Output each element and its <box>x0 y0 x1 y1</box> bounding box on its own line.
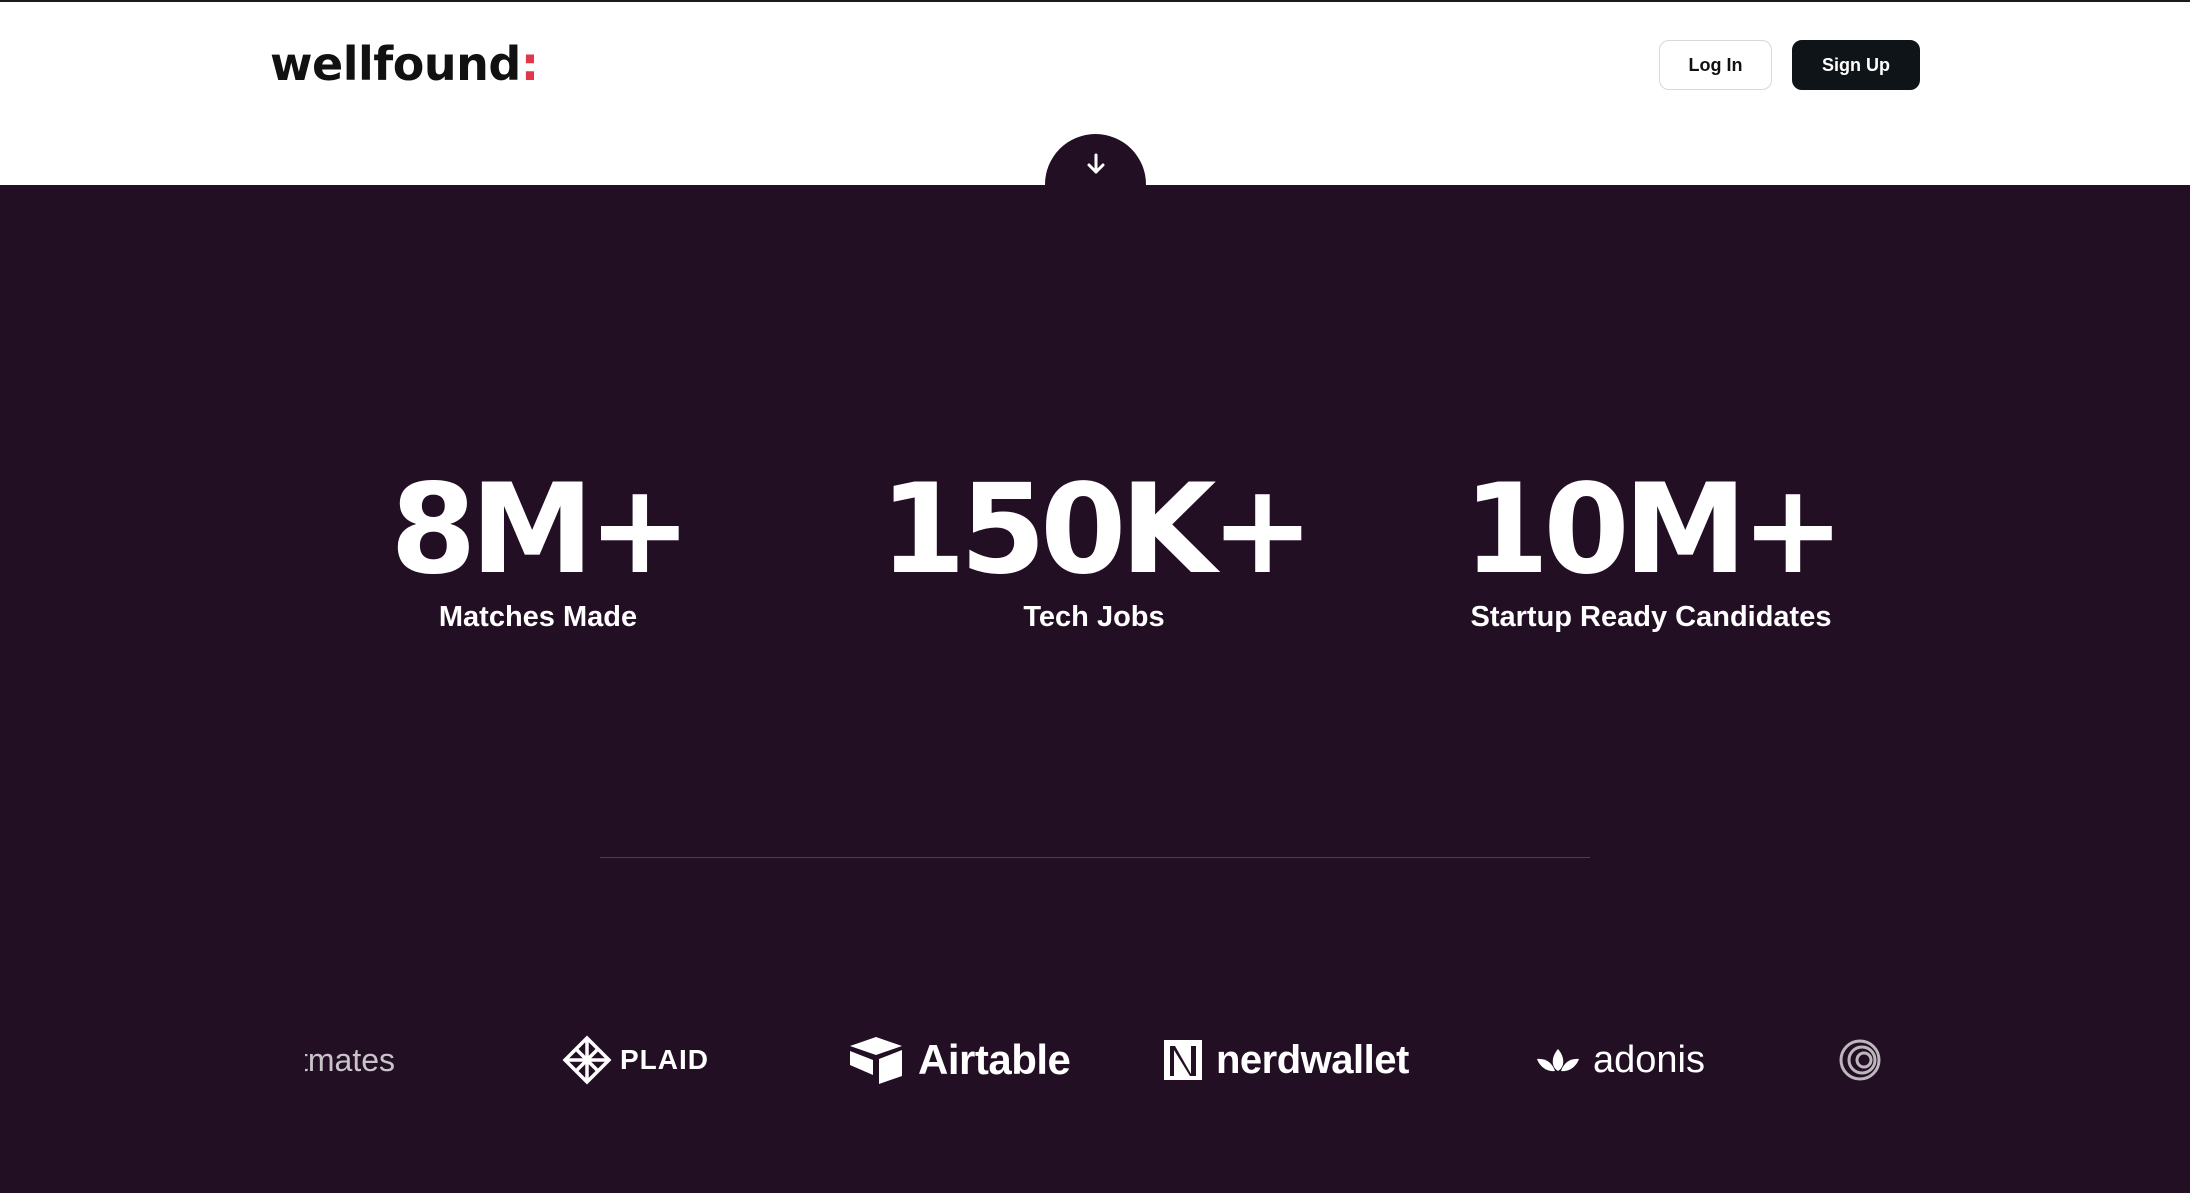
nerdwallet-logo-icon <box>1164 1040 1202 1080</box>
wellfound-logo[interactable]: wellfound: <box>270 32 539 96</box>
section-divider <box>600 857 1590 858</box>
company-logo-partial <box>1838 1025 1882 1095</box>
stat-value: 10M+ <box>1463 458 1845 602</box>
stat-label: Matches Made <box>438 601 638 633</box>
arrow-down-icon <box>1087 153 1104 174</box>
plaid-logo-icon <box>562 1035 612 1085</box>
company-logo-adonis: adonis <box>1535 1025 1705 1095</box>
company-name: stmates <box>305 1041 396 1078</box>
company-name: adonis <box>1593 1038 1705 1081</box>
stat-candidates: 10M+ Startup Ready Candidates <box>1391 455 1911 637</box>
company-logo-nerdwallet: nerdwallet <box>1162 1025 1409 1095</box>
logo-text: wellfound <box>270 37 521 91</box>
adonis-logo-icon <box>1537 1049 1579 1072</box>
logo-colon: : <box>520 37 539 91</box>
stat-value: 150K+ <box>879 458 1315 602</box>
signup-button[interactable]: Sign Up <box>1792 40 1920 90</box>
company-logo-postmates: stmates <box>305 1025 415 1095</box>
login-button[interactable]: Log In <box>1659 40 1772 90</box>
company-name: PLAID <box>620 1044 709 1075</box>
company-name: nerdwallet <box>1216 1037 1409 1082</box>
stat-value: 8M+ <box>390 458 692 602</box>
airtable-logo-icon <box>850 1037 902 1084</box>
stats-section: 8M+ Matches Made 150K+ Tech Jobs 10M+ St… <box>0 185 2190 1193</box>
company-logo-strip: stmates PLAID Airtable <box>0 1025 2190 1095</box>
stat-matches: 8M+ Matches Made <box>278 455 798 637</box>
company-logo-plaid: PLAID <box>562 1025 709 1095</box>
stat-jobs: 150K+ Tech Jobs <box>834 455 1354 637</box>
company-name: Airtable <box>918 1036 1071 1083</box>
company-logo-airtable: Airtable <box>846 1025 1071 1095</box>
swirl-logo-icon <box>1839 1039 1881 1081</box>
